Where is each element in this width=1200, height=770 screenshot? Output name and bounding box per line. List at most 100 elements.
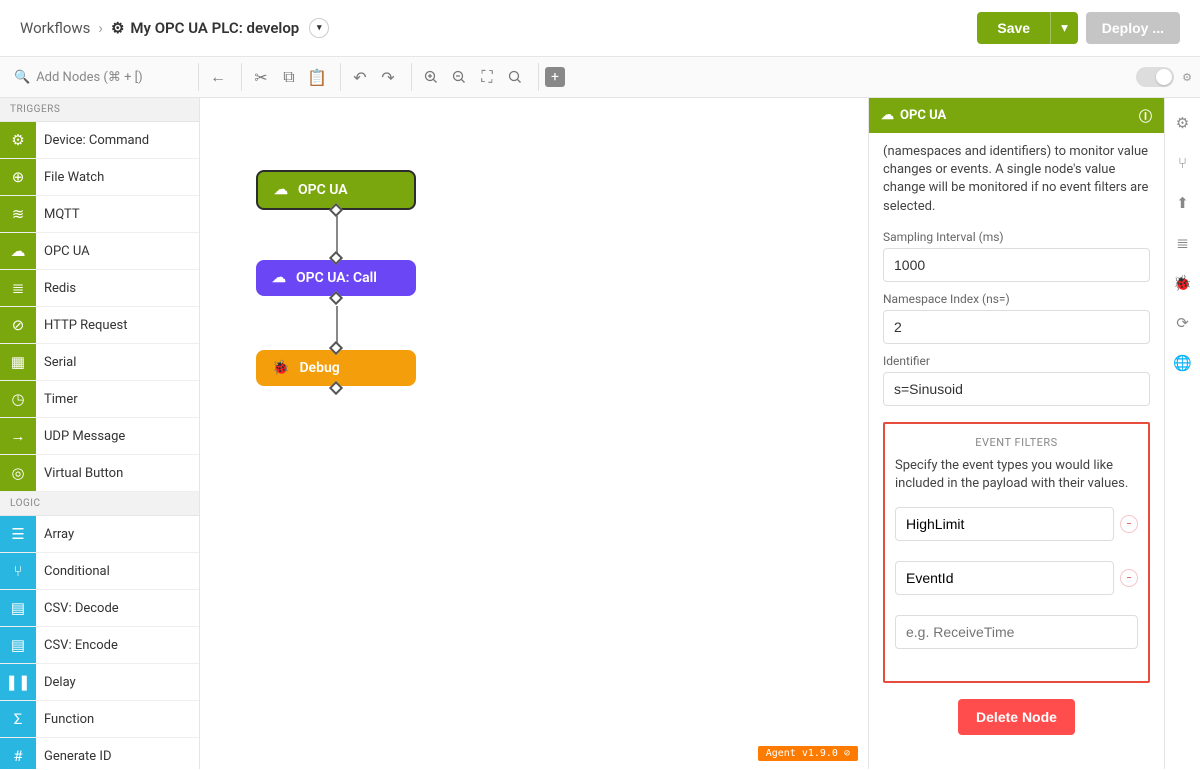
id-icon: # (0, 738, 36, 769)
sidebar-item-mqtt[interactable]: ≋MQTT (0, 196, 199, 233)
zoom-in-button[interactable] (418, 64, 444, 90)
add-button[interactable]: + (545, 67, 565, 87)
search-icon: 🔍 (14, 70, 30, 85)
ns-input[interactable] (883, 310, 1150, 344)
output-port[interactable] (329, 291, 343, 305)
layers-icon: ≣ (0, 270, 36, 306)
sidebar-item-label: UDP Message (36, 429, 125, 444)
clock-icon: ◷ (0, 381, 36, 417)
event-filter-new-input[interactable] (895, 615, 1138, 649)
deploy-button[interactable]: Deploy ... (1086, 12, 1180, 44)
sidebar-item-file-watch[interactable]: ⊕File Watch (0, 159, 199, 196)
remove-filter-button[interactable]: − (1120, 569, 1138, 587)
node-opcua[interactable]: ☁ OPC UA (256, 170, 416, 210)
reload-icon[interactable]: ⟳ (1176, 314, 1189, 332)
copy-button[interactable]: ⧉ (276, 64, 302, 90)
sidebar-item-http-request[interactable]: ⊘HTTP Request (0, 307, 199, 344)
sampling-input[interactable] (883, 248, 1150, 282)
globe-icon[interactable]: 🌐 (1173, 354, 1192, 372)
sidebar-item-label: MQTT (36, 207, 80, 222)
fit-button[interactable]: ⛶ (474, 64, 500, 90)
sidebar-item-device-command[interactable]: ⚙Device: Command (0, 122, 199, 159)
cut-button[interactable]: ✂ (248, 64, 274, 90)
back-button[interactable]: ← (205, 64, 231, 90)
link-icon: ⊘ (0, 307, 36, 343)
sidebar-item-label: Conditional (36, 564, 110, 579)
arrow-icon: → (0, 418, 36, 454)
debug-icon[interactable]: 🐞 (1173, 274, 1192, 292)
breadcrumb-dropdown[interactable]: ▾ (309, 18, 329, 38)
list-icon: ☰ (0, 516, 36, 552)
redo-button[interactable]: ↷ (375, 64, 401, 90)
sidebar-item-delay[interactable]: ❚❚Delay (0, 664, 199, 701)
header: Workflows › ⚙ My OPC UA PLC: develop ▾ S… (0, 0, 1200, 57)
workflow-name: My OPC UA PLC: develop (130, 19, 299, 37)
output-port[interactable] (329, 381, 343, 395)
breadcrumb-separator: › (98, 19, 103, 37)
sidebar-item-virtual-button[interactable]: ◎Virtual Button (0, 455, 199, 492)
sidebar-item-label: Function (36, 712, 94, 727)
sidebar-item-serial[interactable]: ▦Serial (0, 344, 199, 381)
save-button[interactable]: Save (977, 12, 1050, 44)
event-filters-heading: EVENT FILTERS (895, 436, 1138, 449)
help-icon[interactable]: ⓘ (1139, 106, 1152, 125)
sidebar-item-label: File Watch (36, 170, 104, 185)
event-filter-input[interactable] (895, 507, 1114, 541)
sidebar-item-label: HTTP Request (36, 318, 127, 333)
paste-button[interactable]: 📋 (304, 64, 330, 90)
output-port[interactable] (329, 203, 343, 217)
event-filter-input[interactable] (895, 561, 1114, 595)
sidebar-item-array[interactable]: ☰Array (0, 516, 199, 553)
sidebar-item-udp-message[interactable]: →UDP Message (0, 418, 199, 455)
zoom-out-button[interactable] (446, 64, 472, 90)
cloud-icon: ☁ (272, 270, 286, 286)
breadcrumb-root[interactable]: Workflows (20, 19, 90, 37)
sidebar-item-csv-decode[interactable]: ▤CSV: Decode (0, 590, 199, 627)
identifier-input[interactable] (883, 372, 1150, 406)
upload-icon[interactable]: ⬆ (1176, 194, 1189, 212)
input-port[interactable] (329, 251, 343, 265)
remove-filter-button[interactable]: − (1120, 515, 1138, 533)
table-icon: ▤ (0, 590, 36, 626)
sampling-label: Sampling Interval (ms) (883, 230, 1150, 244)
input-port[interactable] (329, 341, 343, 355)
sidebar-item-function[interactable]: ΣFunction (0, 701, 199, 738)
sidebar-item-conditional[interactable]: ⑂Conditional (0, 553, 199, 590)
node-opcua-call[interactable]: ☁ OPC UA: Call (256, 260, 416, 296)
panel-title: OPC UA (900, 108, 946, 123)
sidebar-item-csv-encode[interactable]: ▤CSV: Encode (0, 627, 199, 664)
sidebar-item-label: Redis (36, 281, 76, 296)
section-logic: LOGIC (0, 492, 199, 516)
sidebar-item-timer[interactable]: ◷Timer (0, 381, 199, 418)
sidebar-item-label: Delay (36, 675, 76, 690)
delete-node-button[interactable]: Delete Node (958, 699, 1075, 735)
gear-icon: ⚙ (0, 122, 36, 158)
node-debug[interactable]: 🐞 Debug (256, 350, 416, 386)
zoom-reset-button[interactable] (502, 64, 528, 90)
preview-toggle[interactable] (1136, 67, 1174, 87)
undo-button[interactable]: ↶ (347, 64, 373, 90)
breadcrumb: Workflows › ⚙ My OPC UA PLC: develop ▾ (20, 18, 329, 38)
git-branch-icon[interactable]: ⑂ (1178, 154, 1187, 172)
serial-icon: ▦ (0, 344, 36, 380)
cloud-icon: ☁ (0, 233, 36, 269)
sidebar-item-generate-id[interactable]: #Generate ID (0, 738, 199, 769)
gear-icon: ⚙ (111, 19, 124, 37)
sidebar-item-redis[interactable]: ≣Redis (0, 270, 199, 307)
rss-icon: ≋ (0, 196, 36, 232)
sidebar-item-label: Generate ID (36, 749, 111, 764)
node-label: Debug (299, 360, 339, 376)
ns-label: Namespace Index (ns=) (883, 292, 1150, 306)
database-icon[interactable]: ≣ (1176, 234, 1189, 252)
right-rail: ⚙ ⑂ ⬆ ≣ 🐞 ⟳ 🌐 (1164, 98, 1200, 769)
sidebar-item-label: Array (36, 527, 74, 542)
sidebar-item-opc-ua[interactable]: ☁OPC UA (0, 233, 199, 270)
event-filters-description: Specify the event types you would like i… (895, 457, 1138, 493)
workflow-canvas[interactable]: ☁ OPC UA ☁ OPC UA: Call 🐞 Debug Agent v1… (200, 98, 868, 769)
add-nodes-search[interactable]: 🔍 Add Nodes (⌘ + [) (8, 66, 194, 89)
sidebar-item-label: Virtual Button (36, 466, 123, 481)
save-dropdown[interactable]: ▾ (1050, 12, 1078, 44)
agent-version-badge: Agent v1.9.0 ⊘ (758, 746, 858, 761)
toolbar-settings-icon[interactable]: ⚙ (1182, 71, 1192, 84)
settings-icon[interactable]: ⚙ (1176, 114, 1189, 132)
